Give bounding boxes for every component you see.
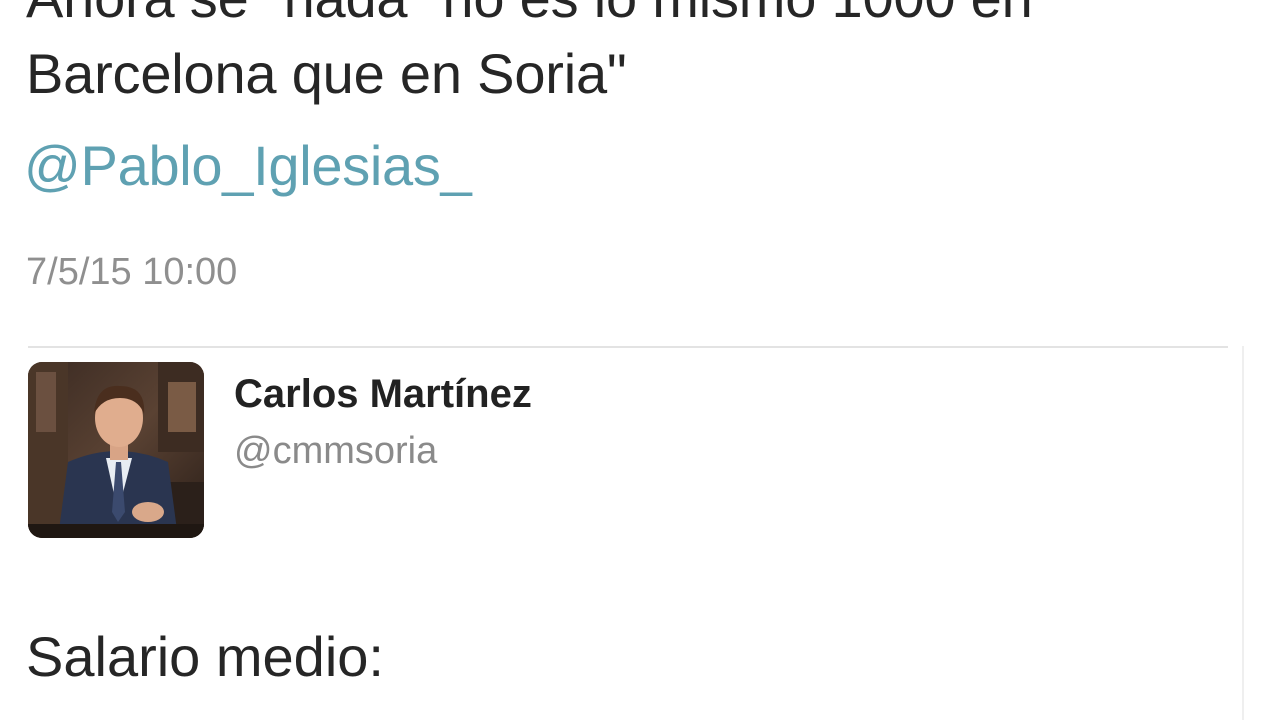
tweet-timestamp: 7/5/15 10:00 [26,251,238,293]
mention-link[interactable]: @Pablo_Iglesias_ [24,132,472,200]
tweet-card: Carlos Martínez @cmmsoria Salario medio: [0,346,1280,720]
quoted-tweet: Ahora se "nada" no es lo mismo 1000 en B… [0,0,1280,340]
user-name[interactable]: Carlos Martínez [234,370,532,418]
avatar[interactable] [28,362,204,538]
quoted-tweet-text-line-1: Ahora se "nada" no es lo mismo 1000 en [26,0,1033,30]
quoted-tweet-text-line-2: Barcelona que en Soria" [26,42,627,105]
avatar-photo [28,362,204,538]
user-handle[interactable]: @cmmsoria [234,428,437,474]
tweet-text: Salario medio: [26,625,384,688]
